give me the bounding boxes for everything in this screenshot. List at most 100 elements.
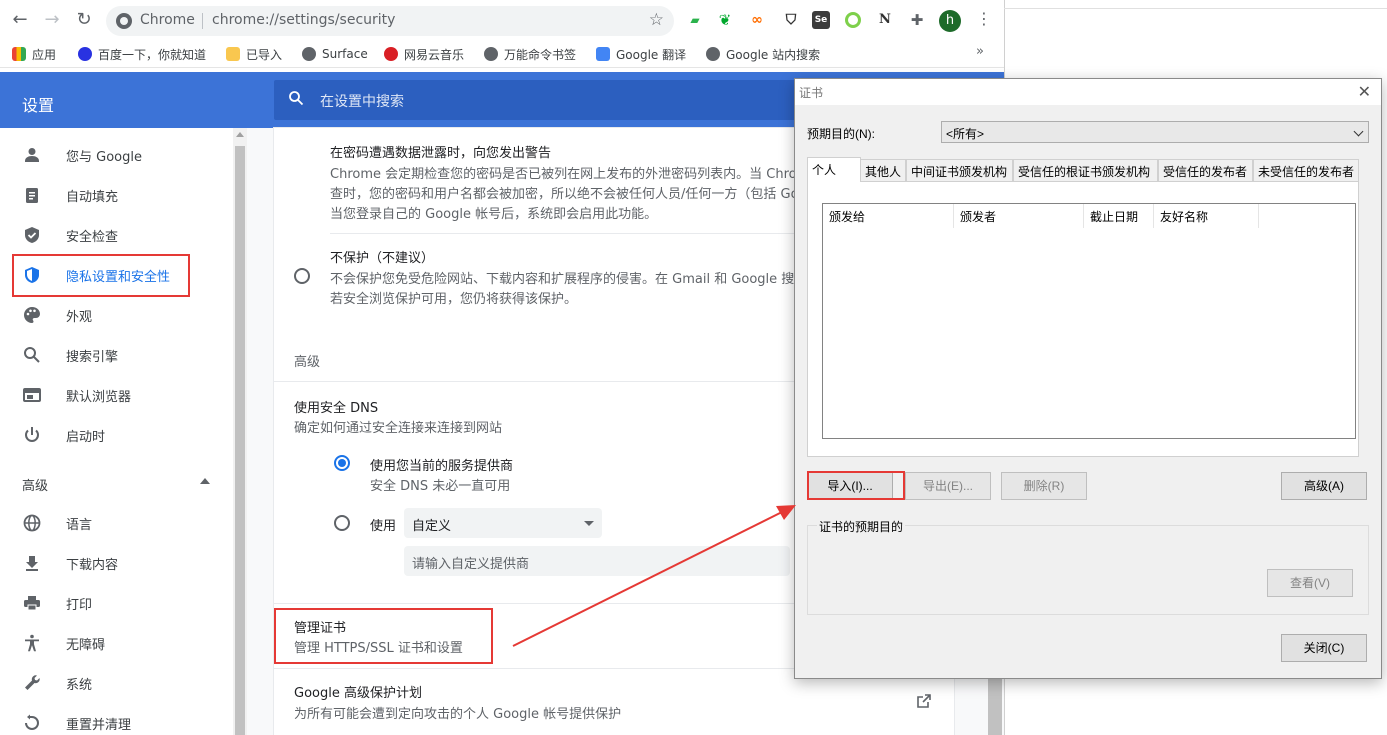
- shield-extension-icon[interactable]: ⛉: [782, 11, 800, 29]
- column-header-friendly-name[interactable]: 友好名称: [1154, 204, 1259, 228]
- bookmark-command[interactable]: 万能命令书签: [484, 45, 576, 63]
- bookmark-netease-music[interactable]: 网易云音乐: [384, 45, 464, 63]
- import-highlight-box: [807, 471, 905, 500]
- dns-current-provider-radio[interactable]: [334, 455, 350, 471]
- screen: ← → ↻ Chrome chrome://settings/security …: [0, 0, 1387, 735]
- bookmark-surface[interactable]: Surface: [302, 45, 368, 63]
- apps-grid-icon: [12, 47, 26, 61]
- sidebar-item-label: 下载内容: [66, 557, 119, 573]
- evernote-icon[interactable]: ❦: [716, 11, 734, 29]
- bookmark-imported[interactable]: 已导入: [226, 45, 282, 63]
- chrome-site-icon[interactable]: [116, 13, 132, 29]
- column-header-issued-to[interactable]: 颁发给: [823, 204, 954, 228]
- sidebar-item-label: 默认浏览器: [66, 389, 132, 405]
- sidebar-item-appearance[interactable]: 外观: [0, 295, 232, 335]
- tab-personal[interactable]: 个人: [807, 157, 861, 182]
- bookmark-label: Google 翻译: [616, 47, 687, 62]
- sidebar-item-search-engine[interactable]: 搜索引擎: [0, 335, 232, 375]
- sidebar-item-printing[interactable]: 打印: [0, 583, 232, 623]
- certificate-list[interactable]: 颁发给 颁发者 截止日期 友好名称: [822, 203, 1356, 439]
- advanced-section-heading: 高级: [294, 355, 321, 370]
- no-protection-desc-line1: 不会保护您免受危险网站、下载内容和扩展程序的侵害。在 Gmail 和 Googl…: [330, 272, 808, 287]
- palette-icon: [24, 307, 40, 323]
- sidebar-item-default-browser[interactable]: 默认浏览器: [0, 375, 232, 415]
- tab-untrusted-publishers[interactable]: 未受信任的发布者: [1253, 159, 1359, 181]
- settings-title: 设置: [22, 96, 55, 115]
- dialog-titlebar: 证书 ✕: [795, 79, 1381, 105]
- breach-warning-desc-line1: Chrome 会定期检查您的密码是否已被列在网上发布的外泄密码列表内。当 Chr…: [330, 167, 810, 182]
- tab-other-people[interactable]: 其他人: [860, 159, 906, 181]
- profile-avatar[interactable]: h: [939, 10, 961, 32]
- bookmark-apps[interactable]: 应用: [12, 45, 56, 63]
- reload-icon[interactable]: ↻: [74, 10, 94, 30]
- bookmark-baidu[interactable]: 百度一下，你就知道: [78, 45, 206, 63]
- advanced-protection-title[interactable]: Google 高级保护计划: [294, 682, 422, 701]
- feedly-icon[interactable]: ▰: [686, 11, 704, 29]
- bookmark-google-translate[interactable]: Google 翻译: [596, 45, 686, 63]
- dialog-title: 证书: [799, 86, 824, 100]
- sidebar-item-languages[interactable]: 语言: [0, 503, 232, 543]
- column-header-expiration[interactable]: 截止日期: [1084, 204, 1154, 228]
- external-link-icon[interactable]: [916, 693, 932, 709]
- close-icon[interactable]: ✕: [1358, 82, 1371, 102]
- sidebar-item-system[interactable]: 系统: [0, 663, 232, 703]
- tab-trusted-publishers[interactable]: 受信任的发布者: [1158, 159, 1253, 181]
- column-header-issued-by[interactable]: 颁发者: [954, 204, 1084, 228]
- globe-icon: [706, 47, 720, 61]
- bookmark-label: 百度一下，你就知道: [98, 47, 207, 62]
- scroll-up-icon[interactable]: [236, 132, 244, 137]
- circle-extension-icon[interactable]: [845, 12, 861, 28]
- forward-icon[interactable]: →: [42, 10, 62, 30]
- address-bar[interactable]: Chrome chrome://settings/security ☆: [106, 6, 674, 36]
- dns-current-provider-desc: 安全 DNS 未必一直可用: [370, 479, 511, 494]
- export-button[interactable]: 导出(E)...: [905, 472, 991, 500]
- sidebar-item-reset[interactable]: 重置并清理: [0, 703, 232, 735]
- remove-button[interactable]: 删除(R): [1001, 472, 1087, 500]
- tab-intermediate-ca[interactable]: 中间证书颁发机构: [906, 159, 1013, 181]
- bookmarks-more-icon[interactable]: »: [976, 44, 984, 59]
- sidebar-item-on-startup[interactable]: 启动时: [0, 415, 232, 455]
- intended-purpose-select[interactable]: <所有>: [941, 121, 1369, 143]
- background-window-divider: [1004, 8, 1387, 9]
- sidebar-item-you-and-google[interactable]: 您与 Google: [0, 135, 232, 175]
- advanced-button[interactable]: 高级(A): [1281, 472, 1367, 500]
- view-button[interactable]: 查看(V): [1267, 569, 1353, 597]
- back-icon[interactable]: ←: [10, 10, 30, 30]
- notion-icon[interactable]: N: [876, 11, 894, 29]
- no-protection-radio[interactable]: [294, 268, 310, 284]
- selenium-icon[interactable]: Se: [812, 11, 830, 29]
- star-icon[interactable]: ☆: [649, 10, 664, 30]
- custom-provider-input[interactable]: 请输入自定义提供商: [404, 546, 790, 576]
- sidebar-item-label: 系统: [66, 677, 93, 693]
- main-scrollbar-thumb[interactable]: [988, 678, 1002, 735]
- bookmark-label: Google 站内搜索: [726, 47, 821, 62]
- no-protection-title: 不保护（不建议）: [330, 251, 435, 266]
- dns-custom-radio[interactable]: [334, 515, 350, 531]
- tab-trusted-root-ca[interactable]: 受信任的根证书颁发机构: [1013, 159, 1158, 181]
- clipboard-icon: [26, 188, 38, 203]
- browser-icon: [23, 388, 41, 402]
- puzzle-icon[interactable]: ✚: [908, 11, 926, 29]
- sidebar-item-label: 您与 Google: [66, 149, 142, 165]
- sidebar-item-autofill[interactable]: 自动填充: [0, 175, 232, 215]
- menu-dots-icon[interactable]: ⋮: [976, 9, 992, 28]
- wrench-icon: [25, 675, 40, 690]
- sidebar-advanced-toggle[interactable]: 高级: [22, 475, 48, 494]
- sidebar-item-safety-check[interactable]: 安全检查: [0, 215, 232, 255]
- chevron-up-icon[interactable]: [200, 478, 210, 484]
- infinity-icon[interactable]: ∞: [748, 11, 766, 29]
- omnibox-separator: [202, 13, 203, 29]
- bookmark-google-site-search[interactable]: Google 站内搜索: [706, 45, 820, 63]
- folder-icon: [226, 47, 240, 61]
- sidebar-item-accessibility[interactable]: 无障碍: [0, 623, 232, 663]
- no-protection-desc-line2: 若安全浏览保护可用，您仍将获得该保护。: [330, 292, 578, 307]
- sidebar-item-downloads[interactable]: 下载内容: [0, 543, 232, 583]
- sidebar-scrollbar-thumb[interactable]: [235, 146, 245, 735]
- settings-search-input[interactable]: 在设置中搜索: [274, 80, 834, 120]
- certificate-purposes-label: 证书的预期目的: [817, 518, 906, 535]
- close-button[interactable]: 关闭(C): [1281, 634, 1367, 662]
- dns-current-provider-label: 使用您当前的服务提供商: [370, 459, 514, 474]
- url-text[interactable]: chrome://settings/security: [212, 12, 395, 28]
- dns-provider-select[interactable]: 自定义: [404, 508, 602, 538]
- settings-sidebar: 您与 Google 自动填充 安全检查 隐私设置和安全性 外观 搜索引擎 默认浏…: [0, 128, 232, 735]
